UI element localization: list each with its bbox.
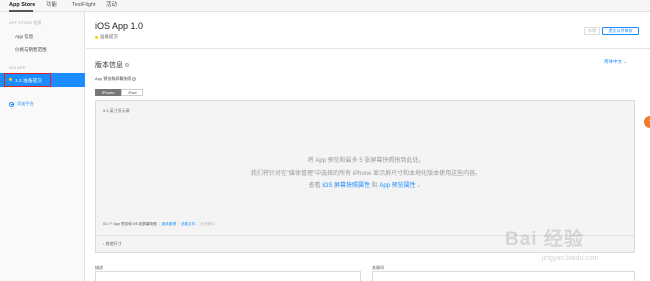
plus-circle-icon — [9, 101, 14, 107]
sidebar-item-pricing[interactable]: 价格与销售范围 — [15, 47, 47, 53]
save-button[interactable]: 存储 — [584, 27, 600, 35]
segment-ipad[interactable]: iPad — [121, 89, 144, 96]
other-sizes-label: 其他尺寸 — [105, 241, 122, 246]
media-count: 0/1 个 App 预览和 0/5 张屏幕快照 — [103, 222, 157, 226]
preview-properties-link[interactable]: App 预览属性 — [379, 183, 415, 189]
separator: | — [178, 222, 179, 226]
screenshot-properties-link[interactable]: iOS 屏幕快照属性 — [322, 183, 370, 189]
segment-iphone[interactable]: iPhone — [95, 89, 122, 96]
help-icon[interactable]: ? — [124, 63, 129, 68]
drop-instruction-line1: 将 App 预览和最多 5 张屏幕快照拖到此处。 — [307, 158, 425, 164]
watermark-url: jingyan.baidu.com — [542, 255, 599, 262]
drop-text-post: 。 — [417, 183, 424, 189]
add-platform-button[interactable]: 添加平台 — [9, 101, 34, 107]
status-badge: 准备提交 — [95, 34, 118, 40]
delete-all-link[interactable]: 全部删除 — [200, 222, 214, 227]
section-title: 版本信息 ? — [95, 60, 129, 70]
tab-testflight[interactable]: TestFlight — [72, 2, 96, 9]
display-size-label: 5.5 英寸显示屏 — [103, 108, 130, 113]
media-manager-link[interactable]: 媒体管理 — [162, 222, 176, 227]
page-title: iOS App 1.0 — [95, 21, 144, 31]
other-sizes-toggle[interactable]: › 其他尺寸 — [103, 241, 121, 247]
tab-features[interactable]: 功能 — [46, 2, 57, 9]
status-text: 准备提交 — [100, 34, 118, 39]
top-nav: App Store 功能 TestFlight 活动 — [0, 0, 650, 12]
separator: | — [197, 222, 199, 226]
sidebar-item-app-info[interactable]: App 信息 — [15, 34, 33, 40]
watermark-logo: Bai 经验 — [505, 229, 584, 250]
status-dot-icon — [95, 35, 98, 39]
tab-activity[interactable]: 活动 — [106, 2, 117, 9]
sidebar-group-app-store-info: APP STORE 信息 — [9, 21, 42, 25]
feedback-float-icon[interactable]: ‹ — [644, 116, 650, 128]
preview-label-text: App 预览和屏幕快照 — [95, 76, 132, 81]
drop-instruction-line3: 查看 iOS 屏幕快照属性 和 App 预览属性 。 — [96, 180, 636, 189]
sidebar: APP STORE 信息 App 信息 价格与销售范围 IOS APP 1.0 … — [0, 12, 85, 281]
sidebar-group-ios-app: IOS APP — [9, 66, 26, 70]
add-platform-label: 添加平台 — [17, 101, 34, 106]
language-select[interactable]: 简体中文 ⌄ — [604, 59, 627, 65]
preview-toolbar: 0/1 个 App 预览和 0/5 张屏幕快照 | 媒体管理 | 选取文件 | … — [103, 222, 215, 227]
separator: | — [158, 222, 160, 226]
keywords-field[interactable] — [372, 271, 635, 281]
choose-file-link[interactable]: 选取文件 — [181, 222, 195, 227]
preview-label: App 预览和屏幕快照 ? — [95, 76, 137, 82]
divider — [86, 48, 650, 49]
drop-text-pre: 查看 — [308, 183, 321, 189]
drop-text-mid: 和 — [371, 183, 378, 189]
tab-app-store[interactable]: App Store — [9, 2, 35, 9]
submit-for-review-button[interactable]: 提交以供审核 — [602, 27, 639, 35]
help-icon[interactable]: ? — [132, 76, 137, 81]
description-field[interactable] — [95, 271, 361, 281]
highlight-box — [4, 73, 51, 87]
device-segmented-control: iPhone iPad — [95, 89, 144, 96]
section-title-text: 版本信息 — [95, 62, 123, 69]
drop-instruction-line2: 我们将针对在"媒体管理"中选择的所有 iPhone 显示屏尺寸和本地化版本使用这… — [250, 171, 482, 177]
